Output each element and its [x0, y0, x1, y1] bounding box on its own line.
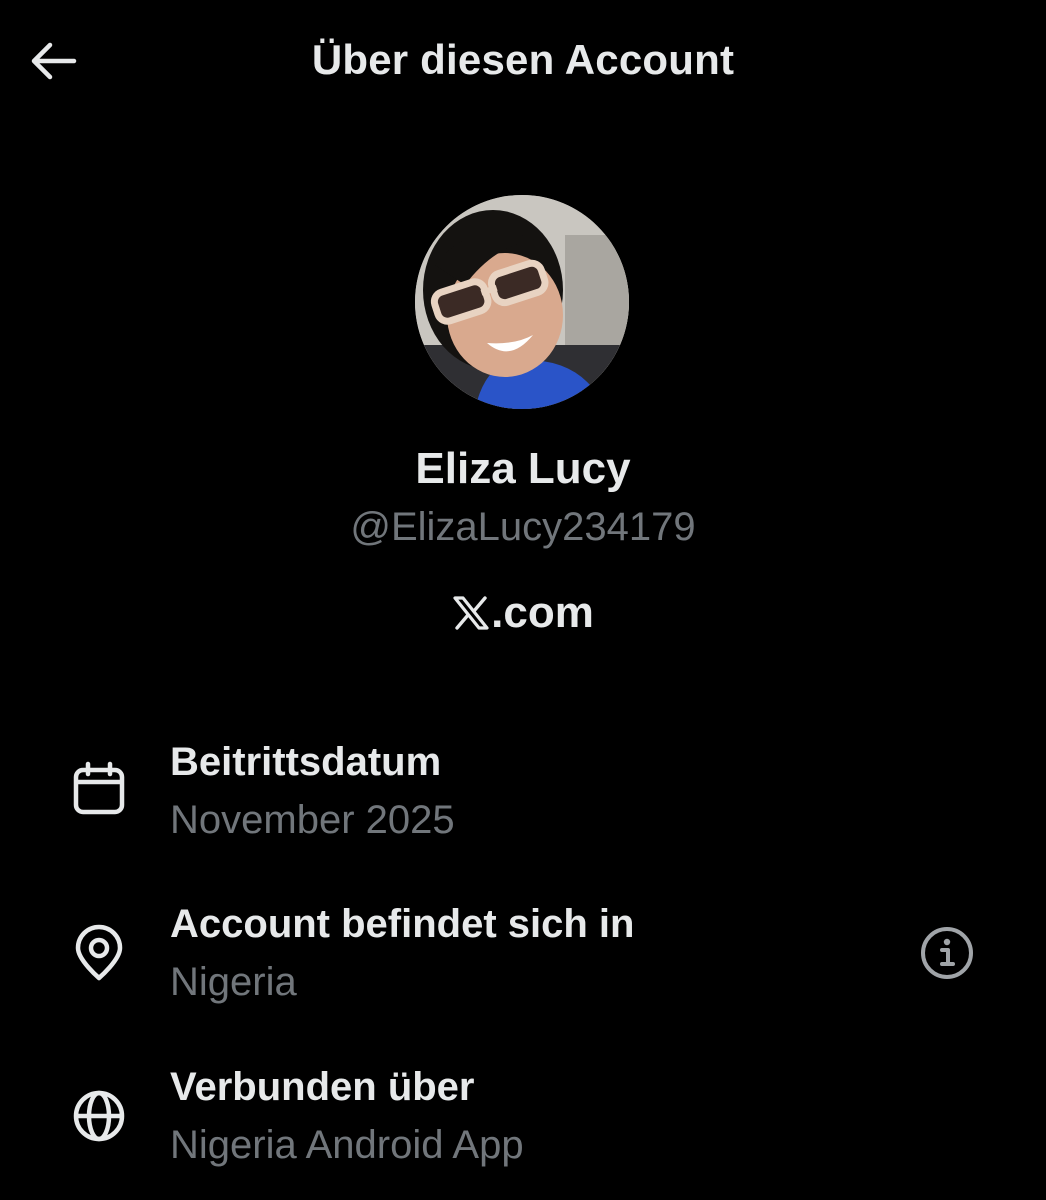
x-logo-icon [452, 596, 490, 630]
location-value: Nigeria [170, 960, 297, 1004]
avatar[interactable] [415, 195, 629, 409]
profile-name: Eliza Lucy [415, 444, 631, 493]
platform-label: .com [0, 588, 1046, 638]
join-date-label: Beitrittsdatum [170, 740, 442, 784]
info-icon[interactable] [918, 924, 976, 982]
profile-handle: @ElizaLucy234179 [350, 505, 696, 549]
location-row: Account befindet sich in Nigeria [0, 890, 1046, 1020]
connected-via-value: Nigeria Android App [170, 1123, 524, 1167]
connected-via-label: Verbunden über [170, 1065, 475, 1109]
profile-photo [415, 195, 629, 409]
location-label: Account befindet sich in [170, 902, 635, 946]
join-date-value: November 2025 [170, 798, 455, 842]
globe-icon [70, 1087, 128, 1145]
platform-suffix: .com [491, 588, 594, 637]
connected-via-row: Verbunden über Nigeria Android App [0, 1053, 1046, 1183]
join-date-row: Beitrittsdatum November 2025 [0, 728, 1046, 858]
page-title: Über diesen Account [311, 36, 735, 83]
top-bar: Über diesen Account [0, 0, 1046, 120]
location-pin-icon [70, 924, 128, 982]
calendar-icon [70, 760, 128, 818]
